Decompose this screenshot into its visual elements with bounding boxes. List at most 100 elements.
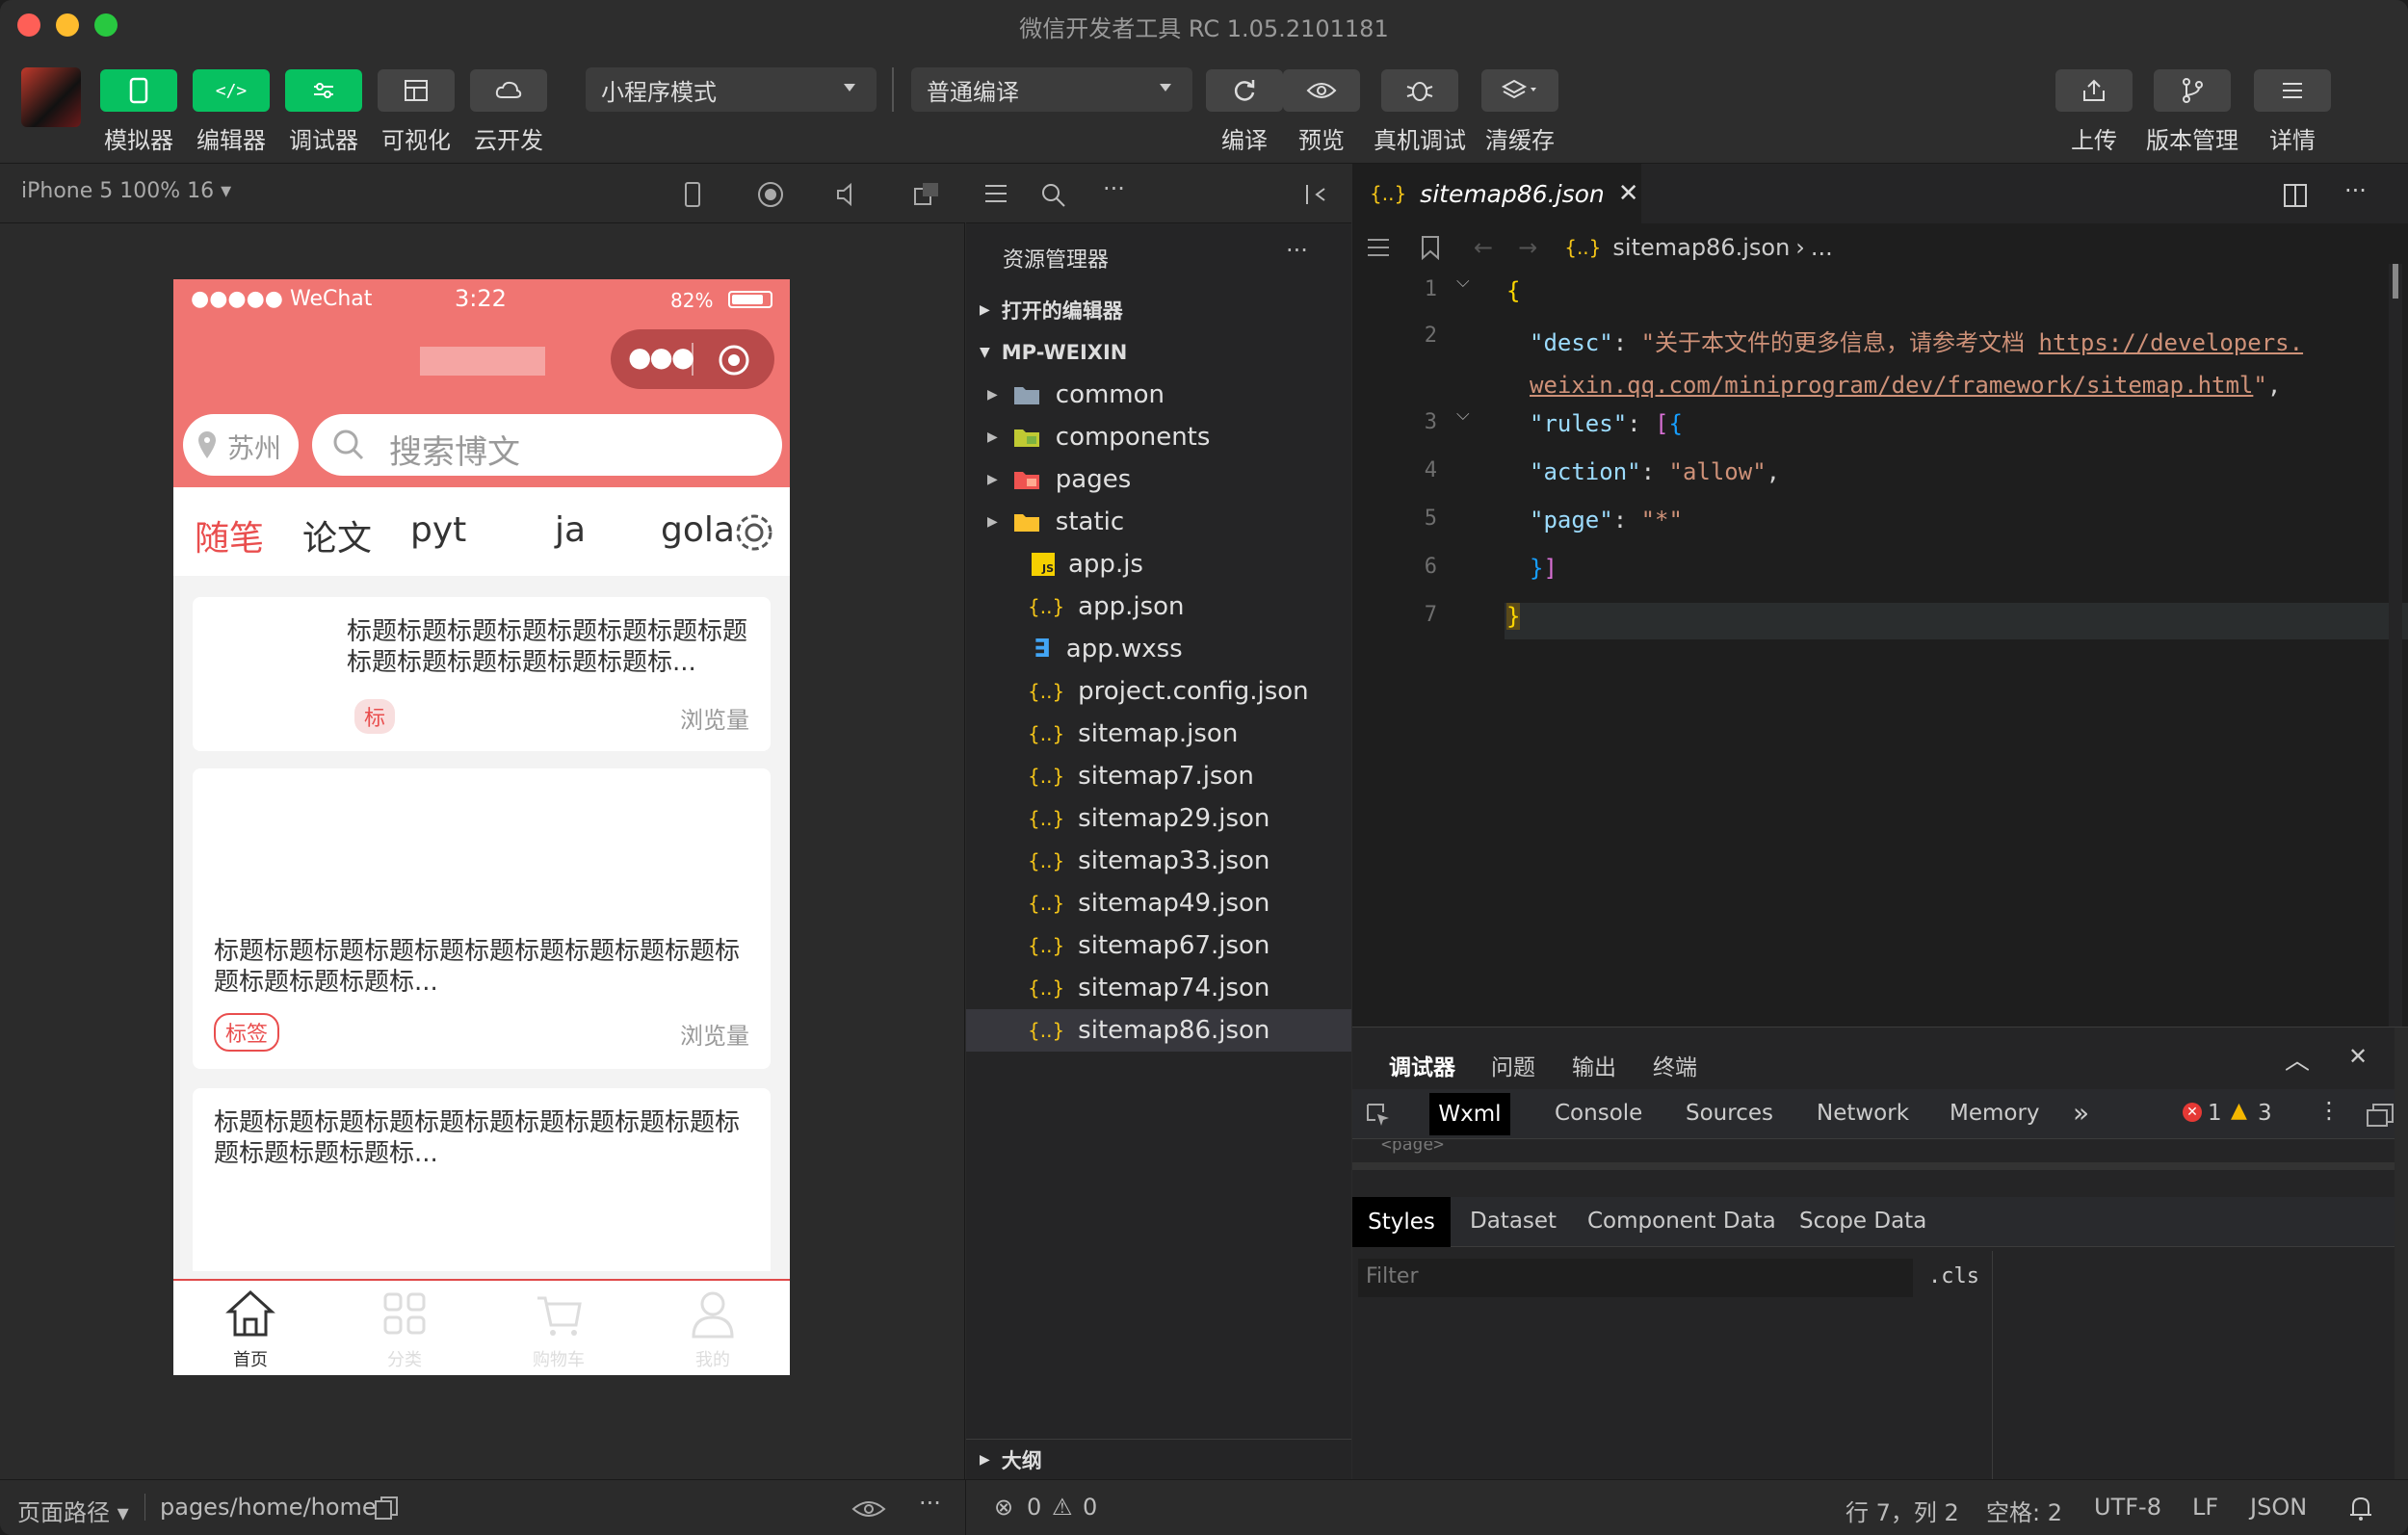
dock-icon[interactable] [2366, 1103, 2395, 1128]
close-tab-icon[interactable]: ✕ [1618, 179, 1639, 208]
more-tabs-icon[interactable]: » [2073, 1097, 2089, 1129]
record-icon[interactable] [757, 181, 784, 208]
debugger-button[interactable] [285, 69, 362, 112]
tabbar-item-home[interactable]: 首页 [202, 1287, 299, 1371]
collapse-panel-icon[interactable] [1303, 181, 1332, 208]
kebab-menu-icon[interactable]: ⋮ [2317, 1097, 2341, 1124]
language-mode[interactable]: JSON [2250, 1494, 2307, 1521]
panel-scrollbar[interactable] [2395, 1028, 2408, 1480]
preview-button[interactable] [1283, 69, 1360, 112]
split-editor-icon[interactable] [2283, 183, 2308, 208]
visual-button[interactable] [378, 69, 455, 112]
volume-icon[interactable] [834, 181, 861, 208]
styletab-styles[interactable]: Styles [1352, 1197, 1451, 1247]
error-count[interactable]: 1 [2208, 1101, 2222, 1126]
bookmark-icon[interactable] [1420, 235, 1441, 260]
clear-cache-button[interactable] [1481, 69, 1558, 112]
devtab-memory[interactable]: Memory [1950, 1101, 2040, 1126]
devtab-console[interactable]: Console [1555, 1101, 1642, 1126]
tabbar-item-mine[interactable]: 我的 [665, 1287, 761, 1371]
detach-icon[interactable] [911, 181, 940, 208]
status-errors[interactable]: 0 [1027, 1494, 1041, 1521]
indent-setting[interactable]: 空格: 2 [1986, 1494, 2062, 1527]
article-card[interactable]: 标题标题标题标题标题标题标题标题标题标题标题标题标题标题标... 标 浏览量 [193, 597, 771, 751]
close-capsule-icon[interactable] [717, 343, 751, 377]
warning-count[interactable]: 3 [2258, 1101, 2272, 1126]
styletab-scope-data[interactable]: Scope Data [1799, 1209, 1926, 1234]
devtab-sources[interactable]: Sources [1686, 1101, 1773, 1126]
tab-golang[interactable]: gola [661, 510, 735, 550]
tree-item-folder[interactable]: ▶ pages [966, 458, 1351, 501]
cloud-button[interactable] [470, 69, 547, 112]
copy-icon[interactable] [374, 1496, 399, 1521]
list-icon[interactable] [1366, 237, 1391, 258]
styles-filter-input[interactable]: Filter [1358, 1259, 1913, 1297]
location-button[interactable]: 苏州 [183, 414, 299, 476]
editor-scrollbar[interactable] [2389, 264, 2402, 1027]
more-icon[interactable]: ●●● [628, 341, 694, 373]
tab-python[interactable]: pyt [410, 510, 466, 550]
more-icon[interactable]: ··· [1103, 175, 1125, 202]
encoding[interactable]: UTF-8 [2094, 1494, 2161, 1521]
project-section[interactable]: ▼ MP-WEIXIN [966, 331, 1351, 374]
end-of-line[interactable]: LF [2192, 1494, 2218, 1521]
resize-handle[interactable] [1352, 1162, 2408, 1170]
breadcrumb-more[interactable]: ... [1811, 234, 1833, 261]
status-warnings[interactable]: 0 [1083, 1494, 1097, 1521]
back-arrow-icon[interactable]: ← [1474, 234, 1493, 261]
bell-icon[interactable] [2348, 1494, 2373, 1522]
editor-button[interactable]: </> [193, 69, 270, 112]
tab-output[interactable]: 输出 [1572, 1049, 1616, 1081]
avatar[interactable] [21, 67, 81, 127]
devtab-wxml[interactable]: Wxml [1429, 1093, 1510, 1135]
tree-item-file-selected[interactable]: {..} sitemap86.json [966, 1009, 1351, 1052]
tree-item-file[interactable]: {..} sitemap.json [966, 713, 1351, 755]
tab-debugger[interactable]: 调试器 [1389, 1049, 1455, 1081]
styletab-dataset[interactable]: Dataset [1470, 1209, 1557, 1234]
tree-item-file[interactable]: {..} sitemap67.json [966, 924, 1351, 967]
breadcrumb-file[interactable]: sitemap86.json [1612, 234, 1790, 261]
devtab-network[interactable]: Network [1817, 1101, 1909, 1126]
tree-item-folder[interactable]: ▶ components [966, 416, 1351, 458]
close-panel-icon[interactable]: ✕ [2348, 1043, 2368, 1070]
tree-item-folder[interactable]: ▶ static [966, 501, 1351, 543]
list-icon[interactable] [983, 183, 1008, 206]
tab-java[interactable]: ja [555, 510, 586, 550]
capsule-menu[interactable]: ●●● [611, 329, 774, 389]
tree-item-folder[interactable]: ▶ common [966, 374, 1351, 416]
mode-select[interactable]: 小程序模式 [586, 67, 877, 112]
tree-item-file[interactable]: {..} sitemap49.json [966, 882, 1351, 924]
editor-tab-active[interactable]: {..} sitemap86.json ✕ [1352, 164, 1641, 223]
open-editors-section[interactable]: ▶ 打开的编辑器 [966, 289, 1351, 331]
simulator-button[interactable] [100, 69, 177, 112]
compile-mode-select[interactable]: 普通编译 [911, 67, 1192, 112]
tree-item-file[interactable]: JS app.js [966, 543, 1351, 585]
tree-item-file[interactable]: {..} app.json [966, 585, 1351, 628]
styletab-component-data[interactable]: Component Data [1587, 1209, 1776, 1234]
forward-arrow-icon[interactable]: → [1518, 234, 1537, 261]
tree-item-file[interactable]: {..} sitemap29.json [966, 797, 1351, 840]
compile-button[interactable] [1206, 69, 1283, 112]
details-button[interactable] [2254, 69, 2331, 112]
tree-item-file[interactable]: {..} sitemap33.json [966, 840, 1351, 882]
more-icon[interactable]: ··· [919, 1490, 941, 1517]
tree-item-file[interactable]: {..} sitemap74.json [966, 967, 1351, 1009]
more-icon[interactable]: ··· [1286, 237, 1308, 264]
tree-item-file[interactable]: {..} sitemap7.json [966, 755, 1351, 797]
article-card[interactable]: 标题标题标题标题标题标题标题标题标题标题标题标题标题标题标... 标签 浏览量 [193, 768, 771, 1069]
tree-item-file[interactable]: {..} project.config.json [966, 670, 1351, 713]
page-path-label[interactable]: 页面路径 ▾ [17, 1494, 129, 1527]
tab-lunwen[interactable]: 论文 [302, 510, 372, 560]
search-icon[interactable] [1039, 181, 1066, 208]
tab-terminal[interactable]: 终端 [1653, 1049, 1697, 1081]
tabbar-item-category[interactable]: 分类 [356, 1287, 453, 1371]
fold-chevron-icon[interactable]: ⌵ [1456, 404, 1470, 425]
search-input[interactable]: 搜索博文 [312, 414, 782, 476]
device-select[interactable]: iPhone 5 100% 16 ▾ [21, 179, 231, 203]
more-icon[interactable]: ··· [2344, 177, 2367, 204]
upload-button[interactable] [2055, 69, 2133, 112]
tabbar-item-cart[interactable]: 购物车 [510, 1287, 607, 1371]
cursor-position[interactable]: 行 7，列 2 [1845, 1494, 1959, 1527]
phone-rotate-icon[interactable] [682, 181, 703, 208]
tree-item-file[interactable]: ∃ app.wxss [966, 628, 1351, 670]
